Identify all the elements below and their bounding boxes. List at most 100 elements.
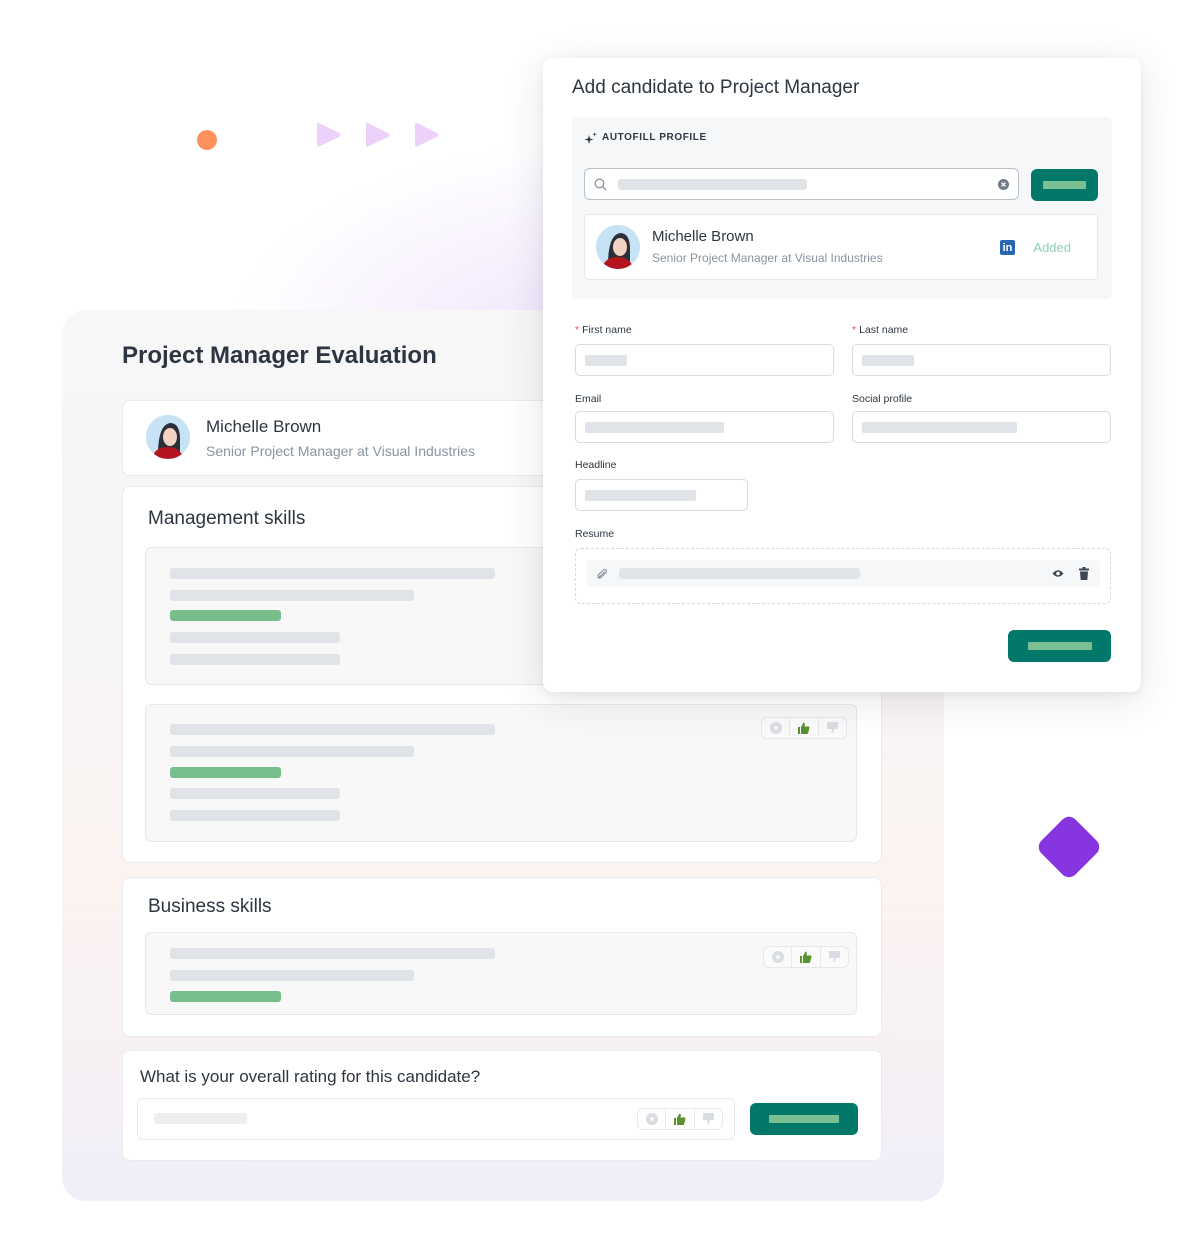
- value-placeholder: [862, 422, 1017, 433]
- headline-input[interactable]: [575, 479, 748, 511]
- decorative-triangle-icon: [366, 122, 390, 147]
- paperclip-icon: [597, 568, 608, 579]
- placeholder-answer: [170, 610, 281, 621]
- overall-rating-card: What is your overall rating for this can…: [122, 1050, 882, 1161]
- placeholder-answer: [170, 767, 281, 778]
- decorative-triangle-icon: [317, 122, 341, 147]
- social-profile-input[interactable]: [852, 411, 1111, 443]
- overall-comment-input[interactable]: [137, 1098, 735, 1140]
- trash-icon[interactable]: [1079, 567, 1089, 580]
- placeholder-line: [170, 590, 414, 601]
- placeholder-line: [170, 632, 340, 643]
- sparkle-icon: [584, 132, 597, 144]
- thumbs-up-icon: [800, 951, 812, 963]
- decorative-dot: [197, 130, 217, 150]
- result-name: Michelle Brown: [652, 228, 754, 245]
- rating-thumbs-up-button[interactable]: [790, 718, 819, 738]
- rating-star-button[interactable]: [638, 1109, 667, 1129]
- autofill-result-item[interactable]: Michelle Brown Senior Project Manager at…: [584, 214, 1098, 280]
- required-mark: *: [852, 324, 857, 336]
- rating-group: [761, 717, 847, 739]
- added-status: Added: [1033, 240, 1071, 255]
- placeholder-line: [170, 746, 414, 757]
- value-placeholder: [862, 355, 914, 366]
- star-icon: [645, 1113, 658, 1125]
- rating-star-button[interactable]: [762, 718, 791, 738]
- placeholder-line: [170, 568, 495, 579]
- email-label: Email: [575, 393, 602, 405]
- question-item[interactable]: [145, 704, 857, 842]
- thumbs-up-icon: [798, 722, 810, 734]
- resume-label: Resume: [575, 528, 615, 540]
- search-value-placeholder: [618, 179, 807, 190]
- placeholder-answer: [170, 991, 281, 1002]
- thumbs-up-icon: [674, 1113, 686, 1125]
- placeholder-line: [170, 810, 340, 821]
- result-headline: Senior Project Manager at Visual Industr…: [652, 251, 883, 265]
- candidate-headline: Senior Project Manager at Visual Industr…: [206, 443, 475, 459]
- last-name-label: * Last name: [852, 324, 908, 336]
- value-placeholder: [585, 490, 696, 501]
- button-label-placeholder: [769, 1115, 839, 1123]
- rating-thumbs-down-button[interactable]: [695, 1109, 722, 1129]
- thumbs-down-icon: [826, 722, 838, 734]
- social-profile-label: Social profile: [852, 393, 913, 405]
- avatar: [596, 225, 640, 269]
- save-candidate-button[interactable]: [1008, 630, 1111, 662]
- button-label-placeholder: [1043, 181, 1086, 189]
- placeholder-line: [170, 654, 340, 665]
- thumbs-down-icon: [828, 951, 840, 963]
- autofill-label: AUTOFILL PROFILE: [602, 132, 707, 143]
- autofill-search-input[interactable]: [584, 168, 1019, 200]
- eye-icon[interactable]: [1052, 569, 1064, 578]
- question-item[interactable]: [145, 932, 857, 1015]
- decorative-triangle-icon: [415, 122, 439, 147]
- star-icon: [769, 722, 782, 734]
- rating-star-button[interactable]: [764, 947, 793, 967]
- placeholder-line: [170, 788, 340, 799]
- rating-thumbs-down-button[interactable]: [821, 947, 848, 967]
- last-name-input[interactable]: [852, 344, 1111, 376]
- placeholder-line: [170, 970, 414, 981]
- avatar: [146, 415, 190, 459]
- label-text: Last name: [859, 324, 909, 336]
- thumbs-down-icon: [702, 1113, 714, 1125]
- star-icon: [771, 951, 784, 963]
- value-placeholder: [585, 355, 627, 366]
- section-title: Business skills: [148, 896, 272, 917]
- linkedin-icon[interactable]: in: [1000, 240, 1015, 255]
- rating-thumbs-up-button[interactable]: [792, 947, 821, 967]
- file-name-placeholder: [619, 568, 860, 579]
- overall-question: What is your overall rating for this can…: [140, 1067, 481, 1086]
- value-placeholder: [585, 422, 724, 433]
- placeholder-line: [170, 724, 495, 735]
- candidate-name: Michelle Brown: [206, 417, 322, 436]
- section-title: Management skills: [148, 508, 306, 529]
- button-label-placeholder: [1027, 642, 1092, 650]
- resume-dropzone[interactable]: [575, 548, 1111, 604]
- decorative-diamond: [1035, 813, 1103, 881]
- resume-file-item: [586, 560, 1100, 587]
- rating-group: [637, 1108, 723, 1130]
- email-input[interactable]: [575, 411, 834, 443]
- placeholder-line: [170, 948, 495, 959]
- first-name-input[interactable]: [575, 344, 834, 376]
- search-icon: [594, 178, 607, 191]
- first-name-label: * First name: [575, 324, 632, 336]
- clear-icon[interactable]: [998, 179, 1009, 190]
- placeholder-line: [154, 1113, 247, 1124]
- section-business-skills: Business skills: [122, 877, 882, 1037]
- page-title: Project Manager Evaluation: [122, 342, 437, 369]
- avatar-illustration-icon: [146, 415, 190, 459]
- headline-label: Headline: [575, 459, 617, 471]
- modal-title: Add candidate to Project Manager: [572, 77, 860, 98]
- avatar-illustration-icon: [596, 225, 640, 269]
- rating-thumbs-up-button[interactable]: [666, 1109, 695, 1129]
- label-text: First name: [582, 324, 632, 336]
- autofill-search-button[interactable]: [1031, 169, 1098, 201]
- rating-thumbs-down-button[interactable]: [819, 718, 846, 738]
- autofill-profile-section: AUTOFILL PROFILE Michelle Brown Senior P…: [572, 117, 1112, 299]
- rating-group: [763, 946, 849, 968]
- add-candidate-modal: Add candidate to Project Manager AUTOFIL…: [543, 58, 1141, 692]
- submit-rating-button[interactable]: [750, 1103, 858, 1135]
